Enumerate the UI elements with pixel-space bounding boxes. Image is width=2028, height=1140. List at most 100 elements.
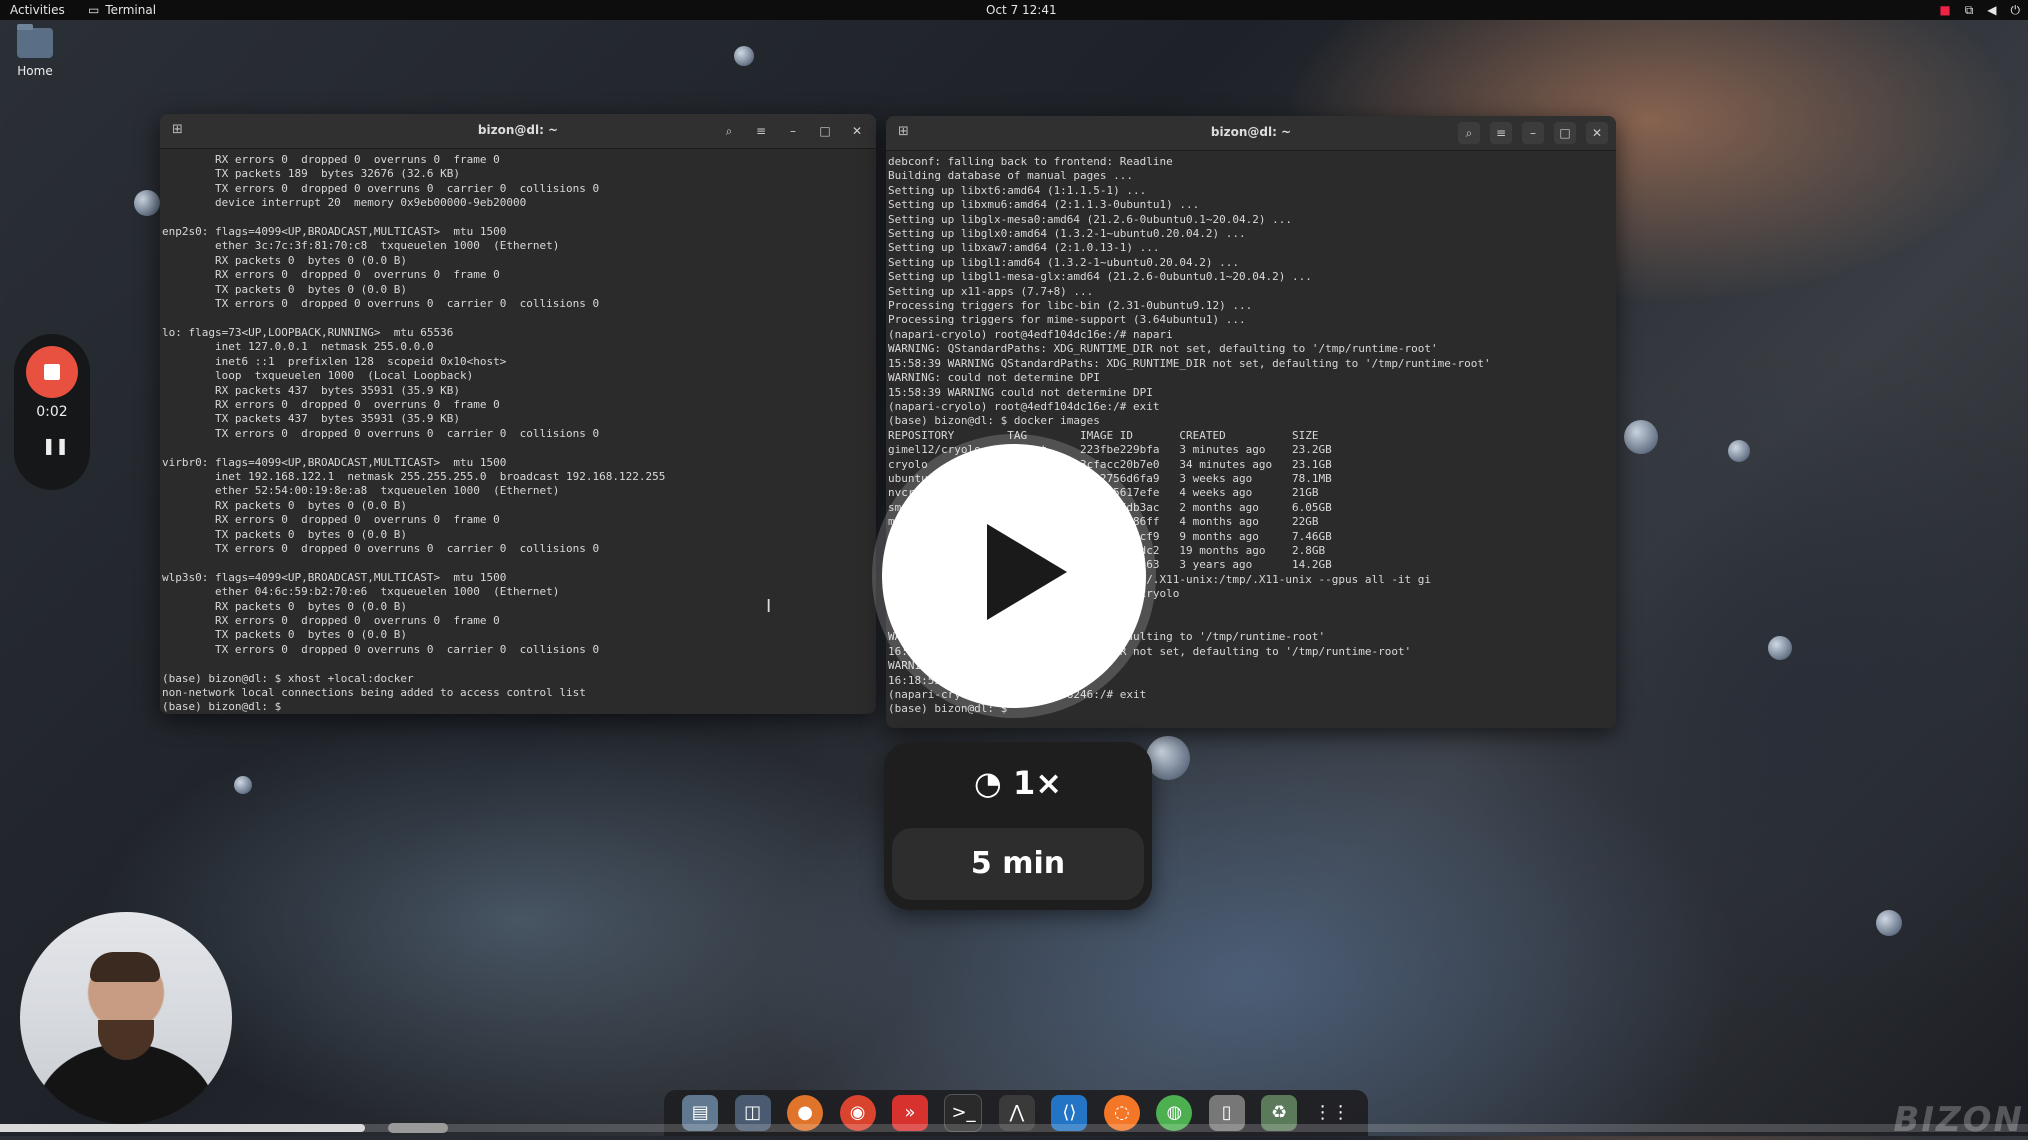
text-cursor-icon: I bbox=[766, 596, 772, 617]
terminal-line: inet6 ::1 prefixlen 128 scopeid 0x10<hos… bbox=[162, 354, 507, 368]
duration-label: 5 min bbox=[892, 828, 1144, 900]
speed-value: 1× bbox=[1012, 764, 1063, 802]
video-progress-bar[interactable] bbox=[0, 1123, 2028, 1133]
speed-control[interactable]: ◔ 1× bbox=[884, 764, 1152, 802]
search-icon[interactable]: ⌕ bbox=[718, 120, 740, 142]
terminal-line: RX packets 0 bytes 0 (0.0 B) bbox=[162, 253, 408, 267]
top-bar: Activities ▭ Terminal Oct 7 12:41 ■ ⧉ ◀ … bbox=[0, 0, 2028, 20]
terminal-line: TX packets 0 bytes 0 (0.0 B) bbox=[162, 282, 408, 296]
decor-sphere bbox=[734, 46, 754, 66]
terminal-line: WARNING: could not determine DPI bbox=[888, 371, 1100, 385]
terminal-line: RX packets 0 bytes 0 (0.0 B) bbox=[162, 498, 408, 512]
decor-sphere bbox=[234, 776, 252, 794]
terminal-line: device interrupt 20 memory 0x9eb00000-9e… bbox=[162, 196, 527, 210]
desktop-home[interactable]: Home bbox=[16, 24, 54, 78]
terminal-line: Setting up libxt6:amd64 (1:1.1.5-1) ... bbox=[888, 183, 1147, 197]
maximize-icon[interactable]: □ bbox=[1554, 122, 1576, 144]
terminal-line: Setting up x11-apps (7.7+8) ... bbox=[888, 284, 1094, 298]
terminal-line: (base) bizon@dl: $ docker images bbox=[888, 414, 1100, 428]
terminal-line: inet 127.0.0.1 netmask 255.0.0.0 bbox=[162, 340, 434, 354]
speedometer-icon: ◔ bbox=[973, 764, 1002, 802]
minimize-icon[interactable]: – bbox=[1522, 122, 1544, 144]
terminal-line: 15:58:39 WARNING QStandardPaths: XDG_RUN… bbox=[888, 356, 1491, 370]
decor-sphere bbox=[1624, 420, 1658, 454]
close-icon[interactable]: ✕ bbox=[846, 120, 868, 142]
terminal-line: TX errors 0 dropped 0 overruns 0 carrier… bbox=[162, 426, 600, 440]
search-icon[interactable]: ⌕ bbox=[1458, 122, 1480, 144]
terminal-line: debconf: falling back to frontend: Readl… bbox=[888, 155, 1173, 168]
terminal-header[interactable]: ⊞ bizon@dl: ~ ⌕ ≡ – □ ✕ bbox=[160, 114, 876, 149]
window-controls: ⌕ ≡ – □ ✕ bbox=[1458, 122, 1608, 144]
terminal-line: Building database of manual pages ... bbox=[888, 169, 1134, 183]
terminal-window-left[interactable]: ⊞ bizon@dl: ~ ⌕ ≡ – □ ✕ RX errors 0 drop… bbox=[160, 114, 876, 714]
minimize-icon[interactable]: – bbox=[782, 120, 804, 142]
terminal-line: lo: flags=73<UP,LOOPBACK,RUNNING> mtu 65… bbox=[162, 325, 454, 339]
decor-sphere bbox=[1876, 910, 1902, 936]
progress-fill bbox=[0, 1124, 366, 1132]
terminal-line: virbr0: flags=4099<UP,BROADCAST,MULTICAS… bbox=[162, 455, 507, 469]
record-indicator-icon: ■ bbox=[1939, 3, 1951, 17]
terminal-line: REPOSITORY TAG IMAGE ID CREATED SIZE bbox=[888, 428, 1319, 442]
terminal-line: TX errors 0 dropped 0 overruns 0 carrier… bbox=[162, 642, 600, 656]
terminal-line: TX errors 0 dropped 0 overruns 0 carrier… bbox=[162, 181, 600, 195]
decor-sphere bbox=[1728, 440, 1750, 462]
terminal-line: enp2s0: flags=4099<UP,BROADCAST,MULTICAS… bbox=[162, 225, 507, 239]
terminal-line: Processing triggers for libc-bin (2.31-0… bbox=[888, 299, 1253, 313]
presenter-beard bbox=[98, 1020, 154, 1060]
close-icon[interactable]: ✕ bbox=[1586, 122, 1608, 144]
volume-icon: ◀ bbox=[1987, 3, 1997, 17]
terminal-line: TX errors 0 dropped 0 overruns 0 carrier… bbox=[162, 541, 600, 555]
terminal-line: non-network local connections being adde… bbox=[162, 686, 586, 700]
terminal-line: TX errors 0 dropped 0 overruns 0 carrier… bbox=[162, 297, 600, 311]
pause-icon[interactable]: ❚❚ bbox=[42, 436, 69, 455]
terminal-line: ether 3c:7c:3f:81:70:c8 txqueuelen 1000 … bbox=[162, 239, 560, 253]
terminal-line: Setting up libglx-mesa0:amd64 (21.2.6-0u… bbox=[888, 212, 1292, 226]
terminal-line: WARNING: QStandardPaths: XDG_RUNTIME_DIR… bbox=[888, 342, 1438, 356]
terminal-line: ether 52:54:00:19:8e:a8 txqueuelen 1000 … bbox=[162, 484, 560, 498]
terminal-line: inet 192.168.122.1 netmask 255.255.255.0… bbox=[162, 469, 666, 483]
terminal-line: RX errors 0 dropped 0 overruns 0 frame 0 bbox=[162, 268, 500, 282]
decor-sphere bbox=[1146, 736, 1190, 780]
terminal-line: Setting up libgl1:amd64 (1.3.2-1~ubuntu0… bbox=[888, 255, 1239, 269]
terminal-line: (napari-cryolo) root@4edf104dc16e:/# nap… bbox=[888, 327, 1173, 341]
decor-sphere bbox=[1768, 636, 1792, 660]
window-controls: ⌕ ≡ – □ ✕ bbox=[718, 120, 868, 142]
activities-button[interactable]: Activities bbox=[10, 3, 65, 17]
app-name: Terminal bbox=[105, 3, 157, 17]
stop-recording-button[interactable] bbox=[26, 346, 78, 398]
menu-icon[interactable]: ≡ bbox=[1490, 122, 1512, 144]
terminal-line: TX packets 189 bytes 32676 (32.6 KB) bbox=[162, 167, 461, 181]
terminal-line: RX errors 0 dropped 0 overruns 0 frame 0 bbox=[162, 153, 500, 166]
terminal-line: (napari-cryolo) root@4edf104dc16e:/# exi… bbox=[888, 399, 1160, 413]
progress-handle[interactable] bbox=[388, 1123, 448, 1133]
presenter-hair bbox=[90, 952, 160, 982]
terminal-line: 15:58:39 WARNING could not determine DPI bbox=[888, 385, 1153, 399]
play-icon bbox=[987, 524, 1067, 620]
terminal-line: TX packets 437 bytes 35931 (35.9 KB) bbox=[162, 412, 461, 426]
play-button[interactable] bbox=[882, 444, 1146, 708]
terminal-header[interactable]: ⊞ bizon@dl: ~ ⌕ ≡ – □ ✕ bbox=[886, 116, 1616, 151]
decor-sphere bbox=[134, 190, 160, 216]
terminal-line: Setting up libglx0:amd64 (1.3.2-1~ubuntu… bbox=[888, 227, 1246, 241]
terminal-line: RX errors 0 dropped 0 overruns 0 frame 0 bbox=[162, 397, 500, 411]
system-tray[interactable]: ■ ⧉ ◀ ⏻ bbox=[1939, 3, 2020, 18]
maximize-icon[interactable]: □ bbox=[814, 120, 836, 142]
menu-icon[interactable]: ≡ bbox=[750, 120, 772, 142]
terminal-line: Setting up libxaw7:amd64 (2:1.0.13-1) ..… bbox=[888, 241, 1160, 255]
recording-time: 0:02 bbox=[36, 404, 68, 420]
terminal-line: wlp3s0: flags=4099<UP,BROADCAST,MULTICAS… bbox=[162, 570, 507, 584]
clock[interactable]: Oct 7 12:41 bbox=[986, 3, 1057, 17]
terminal-line: Processing triggers for mime-support (3.… bbox=[888, 313, 1246, 327]
playback-panel: ◔ 1× 5 min bbox=[884, 742, 1152, 910]
terminal-line: TX packets 0 bytes 0 (0.0 B) bbox=[162, 527, 408, 541]
webcam-bubble bbox=[20, 912, 232, 1124]
terminal-output[interactable]: RX errors 0 dropped 0 overruns 0 frame 0… bbox=[160, 149, 876, 714]
terminal-line: Setting up libgl1-mesa-glx:amd64 (21.2.6… bbox=[888, 270, 1312, 284]
app-menu[interactable]: ▭ Terminal bbox=[88, 3, 156, 17]
home-folder-icon bbox=[17, 24, 53, 58]
home-label: Home bbox=[17, 64, 53, 78]
